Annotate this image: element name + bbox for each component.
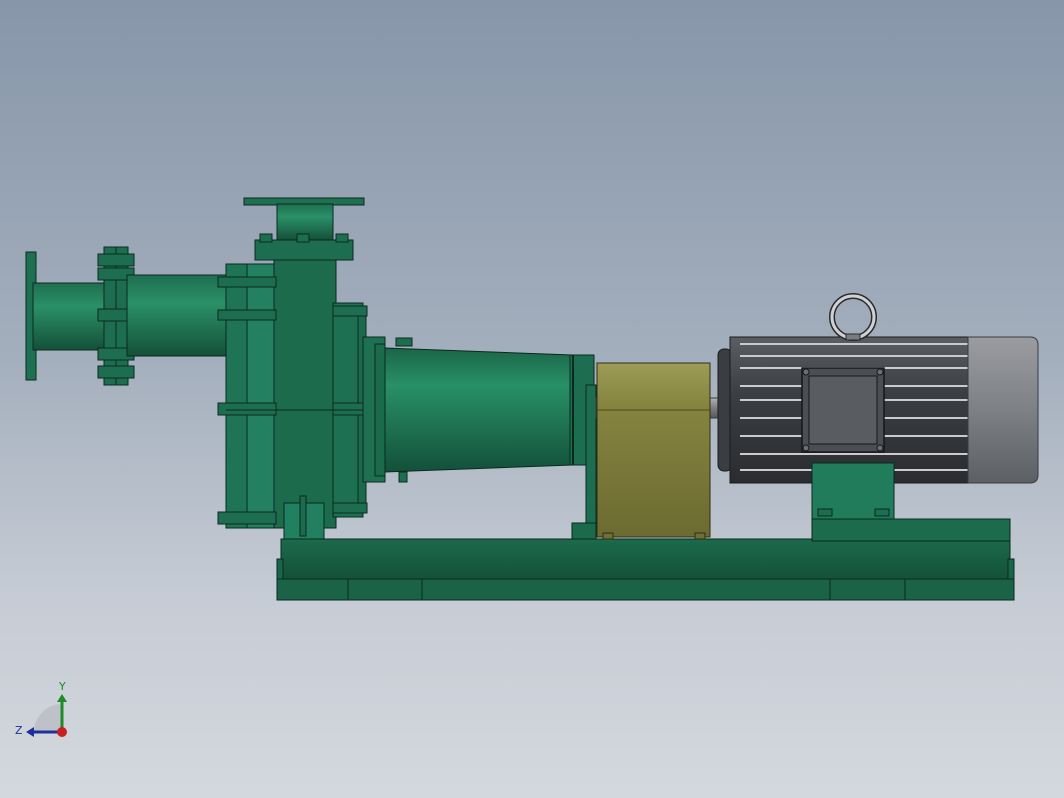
x-axis-origin-icon xyxy=(57,727,67,737)
z-axis-label: Z xyxy=(15,724,23,737)
orientation-triad: Y Z xyxy=(15,680,67,737)
y-axis-label: Y xyxy=(58,680,66,693)
graphics-viewport[interactable]: Y Z xyxy=(0,0,1064,798)
triad-plane-icon xyxy=(34,704,62,732)
